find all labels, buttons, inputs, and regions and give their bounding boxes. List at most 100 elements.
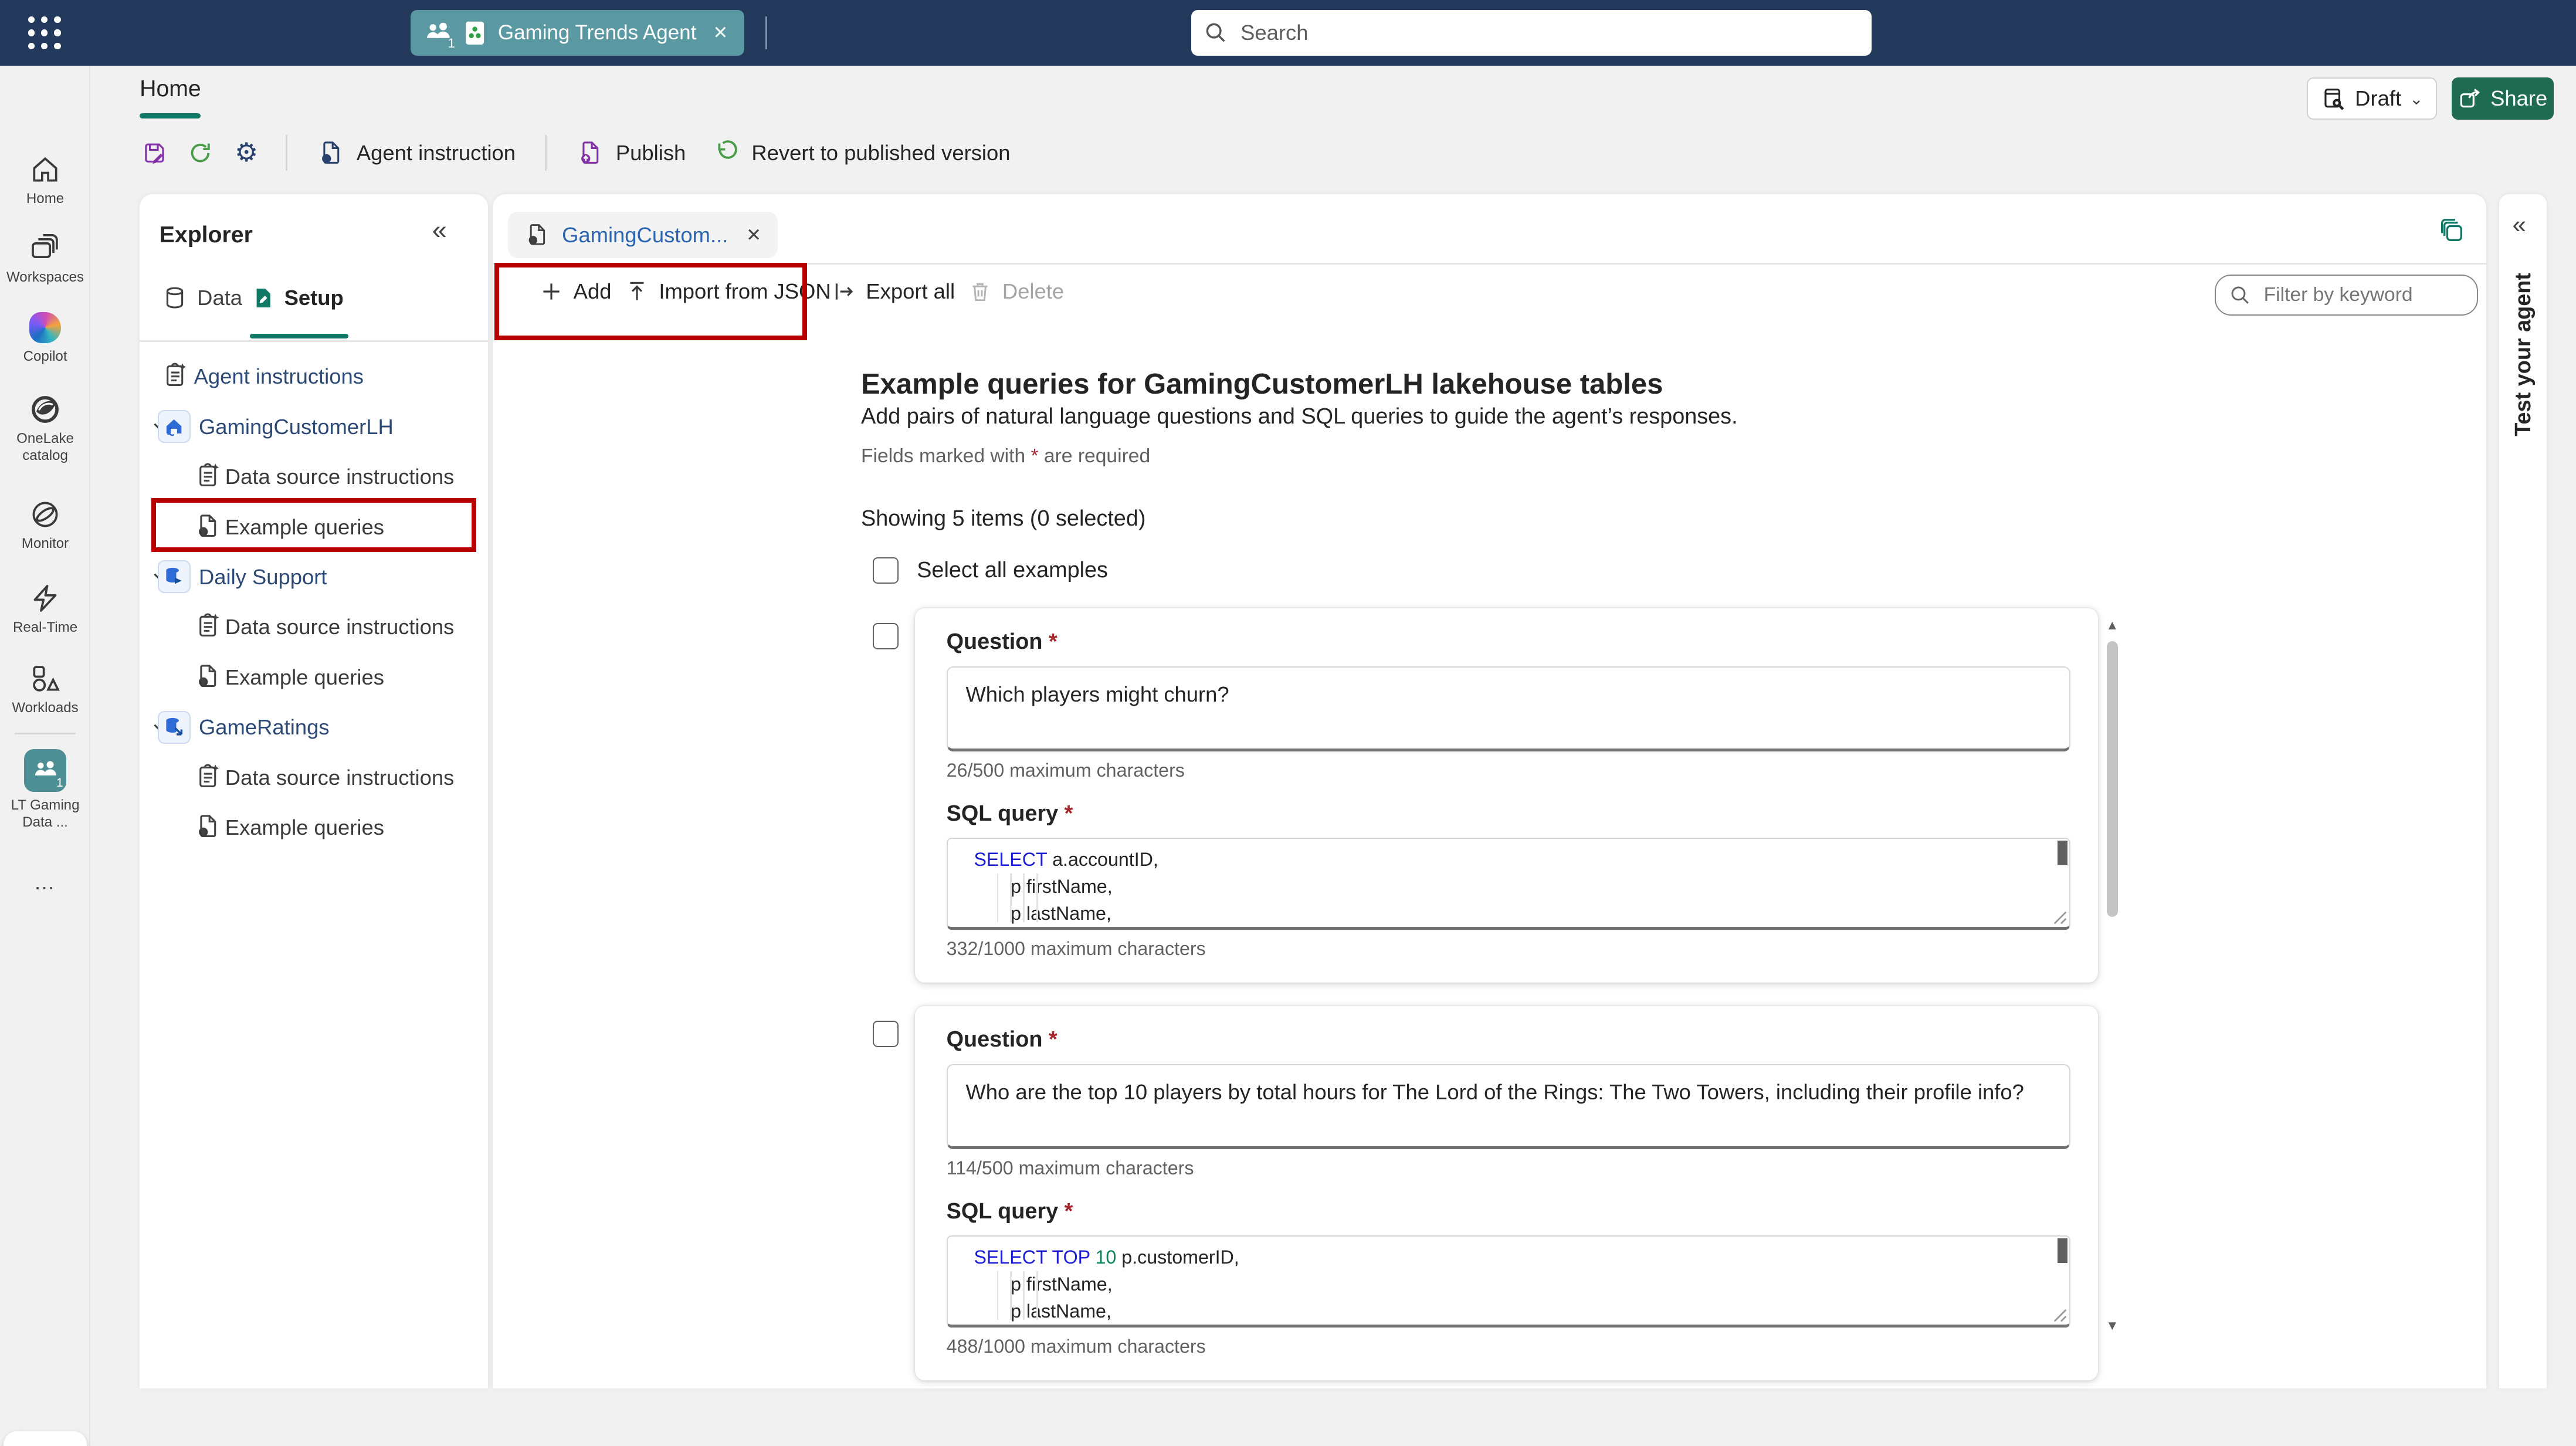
rail-item-workspaces[interactable]: Workspaces <box>0 230 90 288</box>
divider <box>545 135 547 171</box>
items-toolbar: Add Import from JSON Export all Delete <box>493 265 2486 338</box>
tab-setup[interactable]: Setup <box>252 286 344 310</box>
filter-input[interactable] <box>2260 282 2463 308</box>
sql-query-label: SQL query * <box>947 1199 2067 1224</box>
revert-button[interactable]: Revert to published version <box>699 133 1023 174</box>
agent-instruction-button[interactable]: ? Agent instruction <box>304 133 528 174</box>
refresh-button[interactable] <box>178 131 223 174</box>
list-scrollbar[interactable]: ▲ <box>2103 618 2121 1341</box>
question-counter: 26/500 maximum characters <box>947 760 2067 781</box>
rail-item-copilot[interactable]: Copilot <box>0 310 90 367</box>
test-your-agent-label[interactable]: Test your agent <box>2511 273 2536 436</box>
tree-item-label: Example queries <box>225 815 384 840</box>
rail-item-real-time[interactable]: Real-Time <box>0 580 90 638</box>
tree-item-example-queries[interactable]: ?Example queries <box>140 652 488 702</box>
scroll-down-icon[interactable]: ▼ <box>2103 1318 2121 1333</box>
tree-item-label: Daily Support <box>199 565 327 590</box>
tree-item-gameratings[interactable]: GameRatings <box>140 703 488 753</box>
left-nav-rail: Home Workspaces Copilot OneLake catalog Moni… <box>0 66 90 1446</box>
add-label: Add <box>574 279 612 304</box>
settings-button[interactable]: ⚙ <box>223 131 269 174</box>
question-input[interactable]: Which players might churn? <box>947 666 2070 752</box>
agent-instruction-icon: ? <box>317 139 345 167</box>
rail-item-home[interactable]: Home <box>0 151 90 209</box>
workspace-tile-icon: 1 <box>24 749 67 792</box>
collapse-explorer-icon[interactable]: « <box>432 215 447 245</box>
rail-item-monitor[interactable]: Monitor <box>0 496 90 554</box>
publish-label: Publish <box>616 141 686 165</box>
agent-instruction-label: Agent instruction <box>357 141 516 165</box>
tree-item-data-source-instructions[interactable]: Data source instructions <box>140 753 488 802</box>
required-asterisk: * <box>1049 629 1057 654</box>
tree-item-gamingcustomerlh[interactable]: GamingCustomerLH <box>140 402 488 452</box>
tree-item-agent-instructions[interactable]: Agent instructions <box>140 352 488 402</box>
copy-stack-icon[interactable] <box>2438 217 2466 245</box>
indent-guides <box>997 873 1038 922</box>
scrollbar-thumb[interactable] <box>2107 641 2119 917</box>
sql-counter: 332/1000 maximum characters <box>947 938 2067 960</box>
rail-more-button[interactable]: … <box>0 874 90 890</box>
example-checkbox[interactable] <box>873 623 899 649</box>
resize-handle-icon[interactable] <box>2053 910 2067 925</box>
required-note: Fields marked with * are required <box>861 445 1150 468</box>
share-button[interactable]: Share <box>2452 77 2554 120</box>
close-icon[interactable]: ✕ <box>713 22 728 43</box>
resize-handle-icon[interactable] <box>2053 1308 2067 1323</box>
app-launcher-button[interactable] <box>0 0 89 66</box>
home-icon <box>29 153 62 186</box>
publish-button[interactable]: Publish <box>563 133 699 174</box>
required-asterisk: * <box>1031 445 1038 467</box>
tree-item-label: GameRatings <box>199 715 330 740</box>
export-icon <box>832 279 856 304</box>
rail-item-label: Workspaces <box>2 269 88 286</box>
sql-code-line: SELECT a.accountID, <box>974 846 2069 873</box>
close-icon[interactable]: ✕ <box>746 225 761 246</box>
queries-icon: ? <box>194 662 222 690</box>
tab-data[interactable]: Data <box>162 286 242 310</box>
export-all-button[interactable]: Export all <box>822 277 965 306</box>
tree-item-daily-support[interactable]: Daily Support <box>140 552 488 602</box>
tree-item-data-source-instructions[interactable]: Data source instructions <box>140 452 488 502</box>
tree-item-data-source-instructions[interactable]: Data source instructions <box>140 602 488 652</box>
question-input[interactable]: Who are the top 10 players by total hour… <box>947 1064 2070 1150</box>
delete-button[interactable]: Delete <box>958 277 1074 306</box>
draft-notebook-wrench-icon <box>2320 86 2347 112</box>
agent-session-tab[interactable]: 1 Gaming Trends Agent ✕ <box>411 10 744 56</box>
lakehouse-icon <box>158 410 191 443</box>
code-scrollbar-thumb[interactable] <box>2058 841 2067 865</box>
select-all-checkbox[interactable] <box>873 557 899 584</box>
tab-divider <box>765 16 767 49</box>
required-asterisk: * <box>1065 801 1073 826</box>
rail-item-workloads[interactable]: Workloads <box>0 661 90 719</box>
tree-item-example-queries[interactable]: ?Example queries <box>140 802 488 852</box>
rail-item-onelake-catalog[interactable]: OneLake catalog <box>0 391 90 466</box>
setup-doc-icon <box>252 286 274 310</box>
fabric-home-button[interactable]: Fabric <box>4 1431 87 1446</box>
save-button[interactable] <box>131 131 177 174</box>
expand-panel-icon[interactable]: « <box>2512 211 2526 239</box>
queries-icon: ? <box>194 812 222 841</box>
agent-tab-label: Gaming Trends Agent <box>498 21 697 45</box>
monitor-icon <box>29 498 62 531</box>
tree-item-example-queries[interactable]: ?Example queries <box>140 502 488 552</box>
draft-label: Draft <box>2355 86 2401 111</box>
divider <box>286 135 287 171</box>
search-input[interactable] <box>1238 19 1859 47</box>
add-button[interactable]: Add <box>529 277 621 306</box>
gear-icon: ⚙ <box>235 140 258 166</box>
required-asterisk: * <box>1049 1027 1057 1052</box>
revert-label: Revert to published version <box>751 141 1010 165</box>
upload-icon <box>625 279 649 304</box>
ribbon-tab-home[interactable]: Home <box>140 76 201 102</box>
sql-query-input[interactable]: SELECT a.accountID, p.firstName, p.lastN… <box>947 838 2070 930</box>
sql-query-input[interactable]: SELECT TOP 10 p.customerID, p.firstName,… <box>947 1235 2070 1328</box>
plus-icon <box>539 279 564 304</box>
doc-tab-example-queries[interactable]: ? GamingCustom... ✕ <box>508 212 778 258</box>
example-checkbox[interactable] <box>873 1021 899 1047</box>
code-scrollbar-thumb[interactable] <box>2058 1238 2067 1263</box>
sql-code-line: p.lastName, <box>974 1298 2069 1325</box>
import-from-json-button[interactable]: Import from JSON <box>615 277 841 306</box>
draft-button[interactable]: Draft ⌄ <box>2307 77 2436 120</box>
rail-item-lt-gaming-data[interactable]: 1LT Gaming Data ... <box>0 748 90 833</box>
scroll-up-icon[interactable]: ▲ <box>2103 618 2121 633</box>
